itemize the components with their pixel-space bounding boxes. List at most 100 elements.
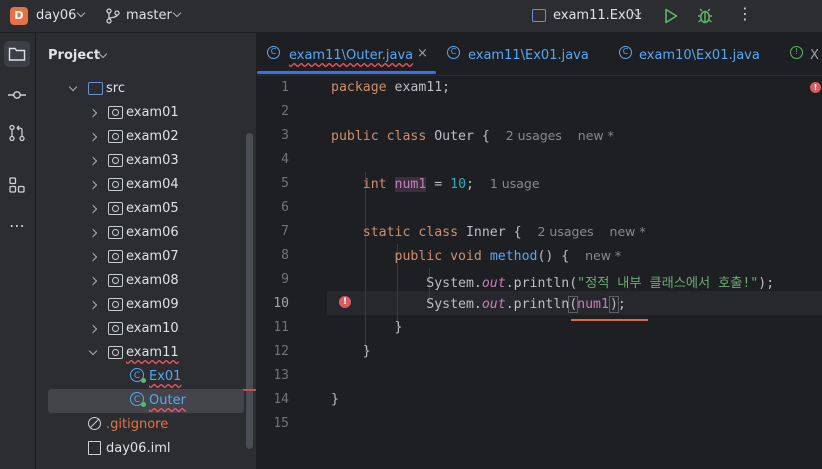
- tab-label: X: [810, 48, 819, 63]
- tree-item-outer[interactable]: C Outer: [48, 389, 244, 413]
- tree-item-exam09[interactable]: exam09: [48, 293, 244, 317]
- chevron-right-icon[interactable]: [88, 276, 98, 286]
- tree-item-exam07[interactable]: exam07: [48, 245, 244, 269]
- tree-item-src[interactable]: src: [48, 77, 244, 101]
- tree-item-label: src: [106, 81, 125, 96]
- usages-hint: 2 usages: [505, 128, 562, 143]
- line-number[interactable]: 10: [259, 296, 289, 311]
- more-icon[interactable]: ⋮: [737, 6, 753, 22]
- project-view-icon[interactable]: [4, 41, 30, 67]
- line-number[interactable]: 11: [259, 320, 289, 335]
- ignore-file-icon: [88, 417, 101, 430]
- chevron-right-icon[interactable]: [88, 228, 98, 238]
- chevron-right-icon[interactable]: [88, 108, 98, 118]
- code-line-7: static class Inner { 2 usages new *: [362, 224, 646, 240]
- chevron-right-icon[interactable]: [88, 252, 98, 262]
- chevron-right-icon[interactable]: [88, 180, 98, 190]
- code-line-1: package exam11;: [331, 80, 451, 95]
- tree-item-label: exam02: [126, 129, 179, 144]
- run-icon[interactable]: [664, 8, 678, 24]
- panel-title[interactable]: Project: [48, 48, 100, 63]
- tab-outer-java[interactable]: C exam11\Outer.java ×: [257, 33, 436, 75]
- line-number[interactable]: 1: [259, 80, 289, 95]
- class-icon: C: [267, 46, 280, 59]
- more-tools-icon[interactable]: ⋯: [4, 212, 30, 238]
- line-number[interactable]: 13: [259, 368, 289, 383]
- code-line-8: public void method() { new *: [394, 248, 622, 264]
- tree-item-label: exam03: [126, 153, 179, 168]
- tree-item-label: Outer: [149, 393, 186, 408]
- structure-icon[interactable]: [4, 172, 30, 198]
- line-number[interactable]: 14: [259, 392, 289, 407]
- package-icon: [108, 178, 123, 191]
- chevron-down-icon[interactable]: [88, 346, 98, 356]
- title-bar: D day06 master exam11.Ex01 ⋮: [0, 0, 822, 33]
- tree-item-exam06[interactable]: exam06: [48, 221, 244, 245]
- package-icon: [108, 130, 123, 143]
- tree-item-exam10[interactable]: exam10: [48, 317, 244, 341]
- tool-strip: ⋯: [0, 33, 36, 469]
- line-number[interactable]: 9: [259, 272, 289, 287]
- line-number[interactable]: 3: [259, 128, 289, 143]
- project-scrollbar[interactable]: [246, 133, 253, 449]
- tree-item--gitignore[interactable]: .gitignore: [48, 413, 244, 437]
- branch-icon[interactable]: [106, 8, 120, 24]
- tab-ex01-java[interactable]: C exam11\Ex01.java: [447, 33, 607, 75]
- class-icon: C: [130, 392, 146, 407]
- line-number[interactable]: 5: [259, 176, 289, 191]
- line-number[interactable]: 6: [259, 200, 289, 215]
- debug-icon[interactable]: [697, 7, 713, 25]
- package-icon: [108, 346, 123, 359]
- usages-hint: 2 usages: [537, 224, 594, 239]
- tree-item-day06-iml[interactable]: day06.iml: [48, 437, 244, 461]
- author-hint: new *: [609, 224, 646, 239]
- tab-label: exam11\Ex01.java: [468, 48, 589, 63]
- author-hint: new *: [585, 248, 622, 263]
- class-icon: !: [790, 46, 803, 59]
- tab-x[interactable]: ! X: [790, 33, 822, 75]
- class-icon: C: [130, 368, 146, 383]
- line-number[interactable]: 15: [259, 416, 289, 431]
- code-line-14: }: [331, 392, 339, 407]
- tree-item-exam01[interactable]: exam01: [48, 101, 244, 125]
- package-icon: [108, 250, 123, 263]
- project-name[interactable]: day06: [36, 8, 76, 23]
- chevron-right-icon[interactable]: [88, 204, 98, 214]
- tree-item-exam03[interactable]: exam03: [48, 149, 244, 173]
- line-number[interactable]: 7: [259, 224, 289, 239]
- branch-chevron-icon[interactable]: [172, 8, 182, 18]
- chevron-right-icon[interactable]: [88, 324, 98, 334]
- pull-requests-icon[interactable]: [4, 120, 30, 146]
- line-gutter: 1 2 3 4 5 6 7 8 9 10 11 12 13 14 15: [257, 76, 327, 469]
- commit-icon[interactable]: [4, 82, 30, 108]
- project-badge[interactable]: D: [10, 7, 28, 25]
- code-line-10: System.out.println(num1);: [426, 296, 626, 313]
- chevron-right-icon[interactable]: [88, 132, 98, 142]
- active-tab-indicator: [257, 71, 436, 74]
- tree-item-label: day06.iml: [106, 441, 171, 456]
- tree-item-label: exam04: [126, 177, 179, 192]
- tree-item-label: exam01: [126, 105, 179, 120]
- tree-item-exam02[interactable]: exam02: [48, 125, 244, 149]
- tree-item-label: exam07: [126, 249, 179, 264]
- package-icon: [108, 298, 123, 311]
- tab-exam10-ex01-java[interactable]: C exam10\Ex01.java: [619, 33, 779, 75]
- chevron-down-icon[interactable]: [68, 82, 78, 92]
- tree-item-exam08[interactable]: exam08: [48, 269, 244, 293]
- line-number[interactable]: 8: [259, 248, 289, 263]
- branch-name[interactable]: master: [126, 8, 172, 23]
- tree-item-exam04[interactable]: exam04: [48, 173, 244, 197]
- line-number[interactable]: 4: [259, 152, 289, 167]
- run-config-name[interactable]: exam11.Ex01: [553, 8, 642, 23]
- chevron-right-icon[interactable]: [88, 156, 98, 166]
- line-number[interactable]: 12: [259, 344, 289, 359]
- project-chevron-icon[interactable]: [76, 8, 86, 18]
- tree-item-ex01[interactable]: C Ex01: [48, 365, 244, 389]
- run-config-icon[interactable]: [532, 9, 546, 22]
- chevron-right-icon[interactable]: [88, 300, 98, 310]
- line-number[interactable]: 2: [259, 104, 289, 119]
- tree-item-exam11[interactable]: exam11: [48, 341, 244, 365]
- code-editor[interactable]: package exam11; public class Outer { 2 u…: [331, 76, 822, 469]
- tree-item-exam05[interactable]: exam05: [48, 197, 244, 221]
- close-icon[interactable]: ×: [417, 46, 428, 61]
